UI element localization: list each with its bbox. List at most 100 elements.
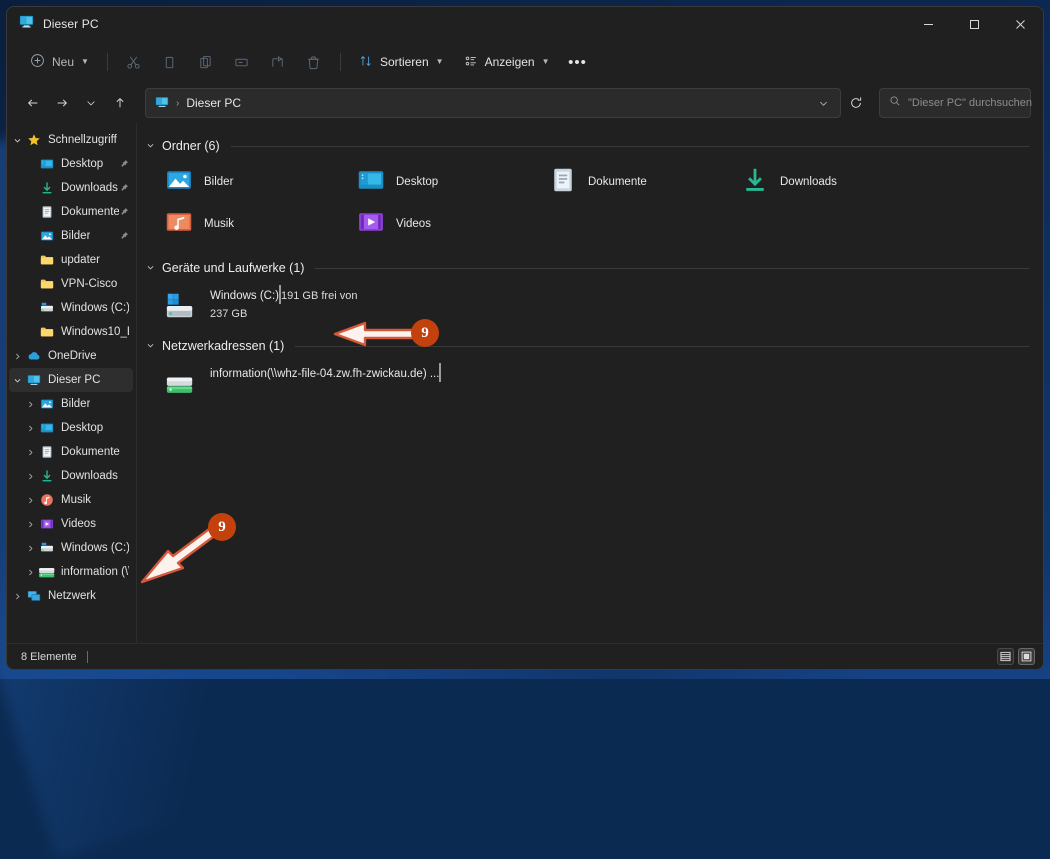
pin-icon[interactable] xyxy=(119,207,129,217)
folder-icon xyxy=(38,253,56,267)
sidebar-item-dieser-pc[interactable]: Dieser PC xyxy=(9,368,133,392)
share-button[interactable] xyxy=(261,47,295,77)
paste-button[interactable] xyxy=(189,47,223,77)
drive-item[interactable]: Windows (C:)191 GB frei von 237 GB xyxy=(159,283,369,325)
chevron-down-icon[interactable] xyxy=(145,263,155,274)
videos-icon xyxy=(38,517,56,531)
sidebar-item-bilder[interactable]: Bilder xyxy=(9,392,133,416)
breadcrumb-path[interactable]: Dieser PC xyxy=(186,96,241,110)
group-header[interactable]: Ordner (6) xyxy=(145,135,1029,157)
chevron-right-icon[interactable] xyxy=(22,568,38,577)
chevron-down-icon[interactable] xyxy=(145,341,155,352)
file-list-pane[interactable]: Ordner (6) Bilder Desktop Dokumente Download… xyxy=(137,123,1043,643)
group-header[interactable]: Netzwerkadressen (1) xyxy=(145,335,1029,357)
up-button[interactable] xyxy=(106,89,134,117)
recent-locations-button[interactable] xyxy=(77,89,105,117)
new-button[interactable]: Neu ▼ xyxy=(21,47,98,77)
minimize-button[interactable] xyxy=(905,7,951,41)
navigation-pane[interactable]: SchnellzugriffDesktopDownloadsDokumenteB… xyxy=(7,123,137,643)
address-bar[interactable]: › Dieser PC xyxy=(145,88,841,118)
sidebar-item-label: Downloads xyxy=(61,470,118,482)
sidebar-item-musik[interactable]: Musik xyxy=(9,488,133,512)
drive-item[interactable]: information(\\whz-file-04.zw.fh-zwickau.… xyxy=(159,361,369,402)
cloud-icon xyxy=(25,349,43,363)
forward-button[interactable] xyxy=(48,89,76,117)
sidebar-item-downloads[interactable]: Downloads xyxy=(9,464,133,488)
folder-tile[interactable]: Desktop xyxy=(351,161,543,203)
drive-info: information(\\whz-file-04.zw.fh-zwickau.… xyxy=(210,364,363,399)
folder-tile-label: Bilder xyxy=(204,176,233,188)
group-header[interactable]: Geräte und Laufwerke (1) xyxy=(145,257,1029,279)
sidebar-item-updater[interactable]: updater xyxy=(9,248,133,272)
sidebar-item-downloads[interactable]: Downloads xyxy=(9,176,133,200)
sidebar-item-netzwerk[interactable]: Netzwerk xyxy=(9,584,133,608)
folder-tile[interactable]: Bilder xyxy=(159,161,351,203)
sidebar-item-label: Downloads xyxy=(61,182,118,194)
search-box[interactable]: "Dieser PC" durchsuchen xyxy=(879,88,1031,118)
sidebar-item-dokumente[interactable]: Dokumente xyxy=(9,200,133,224)
chevron-right-icon[interactable] xyxy=(22,496,38,505)
rename-button[interactable] xyxy=(225,47,259,77)
sidebar-item-schnellzugriff[interactable]: Schnellzugriff xyxy=(9,128,133,152)
details-view-button[interactable] xyxy=(997,648,1014,665)
chevron-down-icon: ▼ xyxy=(81,58,89,66)
back-button[interactable] xyxy=(19,89,47,117)
folder-tile[interactable]: Musik xyxy=(159,203,351,245)
search-input[interactable]: "Dieser PC" durchsuchen xyxy=(908,97,1032,109)
sidebar-item-windows10-edu[interactable]: Windows10_Edu xyxy=(9,320,133,344)
desktop-folder-icon xyxy=(38,157,56,171)
cut-button[interactable] xyxy=(117,47,151,77)
address-dropdown-button[interactable] xyxy=(810,90,836,116)
star-icon xyxy=(25,133,43,147)
sidebar-item-vpn-cisco[interactable]: VPN-Cisco xyxy=(9,272,133,296)
pin-icon[interactable] xyxy=(119,231,129,241)
drive-list: information(\\whz-file-04.zw.fh-zwickau.… xyxy=(159,361,1029,402)
sidebar-item-desktop[interactable]: Desktop xyxy=(9,152,133,176)
view-toggle-group xyxy=(997,648,1035,665)
sidebar-item-label: Windows (C:) xyxy=(61,302,129,314)
chevron-down-icon[interactable] xyxy=(9,376,25,385)
maximize-button[interactable] xyxy=(951,7,997,41)
view-list-icon xyxy=(464,54,478,71)
sidebar-item-desktop[interactable]: Desktop xyxy=(9,416,133,440)
sidebar-item-dokumente[interactable]: Dokumente xyxy=(9,440,133,464)
breadcrumb[interactable]: › Dieser PC xyxy=(155,95,241,112)
sort-button[interactable]: Sortieren ▼ xyxy=(350,47,453,77)
pin-icon[interactable] xyxy=(119,159,129,169)
pin-icon[interactable] xyxy=(119,183,129,193)
refresh-button[interactable] xyxy=(842,89,870,117)
view-button[interactable]: Anzeigen ▼ xyxy=(455,47,559,77)
chevron-down-icon[interactable] xyxy=(145,141,155,152)
chevron-right-icon[interactable] xyxy=(9,352,25,361)
folder-tile[interactable]: Downloads xyxy=(735,161,927,203)
sidebar-item-onedrive[interactable]: OneDrive xyxy=(9,344,133,368)
chevron-right-icon[interactable] xyxy=(22,544,38,553)
folder-tile-label: Dokumente xyxy=(588,176,647,188)
chevron-right-icon[interactable] xyxy=(22,472,38,481)
sidebar-item-label: Desktop xyxy=(61,158,103,170)
chevron-right-icon[interactable] xyxy=(22,400,38,409)
sort-button-label: Sortieren xyxy=(380,55,429,69)
sidebar-item-videos[interactable]: Videos xyxy=(9,512,133,536)
chevron-down-icon[interactable] xyxy=(9,136,25,145)
close-button[interactable] xyxy=(997,7,1043,41)
copy-button[interactable] xyxy=(153,47,187,77)
desktop-folder-icon xyxy=(38,421,56,435)
delete-button[interactable] xyxy=(297,47,331,77)
more-options-button[interactable]: ••• xyxy=(561,47,595,77)
sidebar-item-information-wh[interactable]: information (\\wh xyxy=(9,560,133,584)
chevron-right-icon[interactable] xyxy=(22,424,38,433)
sidebar-item-windows-c[interactable]: Windows (C:) xyxy=(9,536,133,560)
sidebar-item-windows-c[interactable]: Windows (C:) xyxy=(9,296,133,320)
status-divider xyxy=(87,651,88,663)
chevron-right-icon[interactable] xyxy=(9,592,25,601)
sidebar-item-bilder[interactable]: Bilder xyxy=(9,224,133,248)
annotation-badge-2: 9 xyxy=(208,513,236,541)
folder-tile[interactable]: Videos xyxy=(351,203,543,245)
chevron-right-icon[interactable] xyxy=(22,520,38,529)
large-icons-view-button[interactable] xyxy=(1018,648,1035,665)
folder-tile[interactable]: Dokumente xyxy=(543,161,735,203)
sidebar-item-label: Windows10_Edu xyxy=(61,326,129,338)
documents-icon xyxy=(38,205,56,219)
chevron-right-icon[interactable] xyxy=(22,448,38,457)
